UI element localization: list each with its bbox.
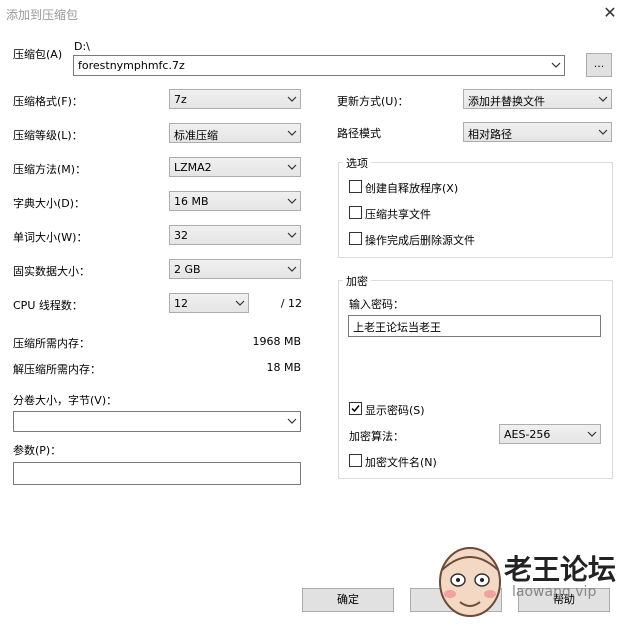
mem-compress-value: 1968 MB — [252, 335, 301, 348]
encryption-method-value: AES-256 — [504, 428, 551, 441]
chevron-down-icon — [287, 418, 297, 424]
browse-button[interactable]: ... — [586, 53, 612, 77]
chevron-down-icon — [287, 164, 297, 170]
word-label: 单词大小(W)： — [13, 231, 88, 244]
chevron-down-icon — [551, 62, 561, 68]
sfx-label: 创建自释放程序(X) — [365, 182, 459, 195]
shared-files-checkbox[interactable] — [349, 206, 362, 219]
password-value: 上老王论坛当老王 — [353, 321, 441, 334]
path-mode-value: 相对路径 — [468, 128, 512, 141]
window-title: 添加到压缩包 — [6, 8, 79, 22]
mem-decompress-label: 解压缩所需内存： — [13, 363, 101, 376]
encrypt-names-checkbox[interactable] — [349, 454, 362, 467]
encryption-method-select[interactable]: AES-256 — [499, 424, 601, 444]
dict-label: 字典大小(D)： — [13, 197, 86, 210]
close-icon[interactable]: ✕ — [600, 3, 620, 23]
chevron-down-icon — [287, 130, 297, 136]
archive-name-value: forestnymphmfc.7z — [78, 59, 185, 72]
chevron-down-icon — [598, 129, 608, 135]
chevron-down-icon — [235, 300, 245, 306]
solid-label: 固实数据大小： — [13, 265, 90, 278]
update-select[interactable]: 添加并替换文件 — [463, 89, 612, 109]
split-size-combo[interactable] — [13, 411, 301, 432]
method-value: LZMA2 — [174, 161, 212, 174]
delete-source-checkbox[interactable] — [349, 232, 362, 245]
format-label: 压缩格式(F)： — [13, 95, 83, 108]
threads-select[interactable]: 12 — [169, 293, 249, 313]
path-mode-select[interactable]: 相对路径 — [463, 122, 612, 142]
format-select[interactable]: 7z — [169, 89, 301, 109]
solid-select[interactable]: 2 GB — [169, 259, 301, 279]
mem-compress-label: 压缩所需内存： — [13, 337, 90, 350]
params-input[interactable] — [13, 462, 301, 485]
method-label: 压缩方法(M)： — [13, 163, 87, 176]
level-select[interactable]: 标准压缩 — [169, 123, 301, 143]
watermark-name: 老王论坛 — [504, 553, 617, 586]
solid-value: 2 GB — [174, 263, 201, 276]
sfx-checkbox[interactable] — [349, 180, 362, 193]
show-password-label: 显示密码(S) — [365, 404, 425, 417]
mascot-face-icon — [439, 547, 501, 617]
watermark-domain: laowang.vip — [512, 584, 597, 600]
chevron-down-icon — [587, 431, 597, 437]
show-password-checkbox[interactable] — [349, 402, 362, 415]
chevron-down-icon — [287, 96, 297, 102]
checkmark-icon — [351, 405, 360, 413]
delete-source-label: 操作完成后删除源文件 — [365, 234, 475, 247]
chevron-down-icon — [287, 198, 297, 204]
level-value: 标准压缩 — [174, 129, 218, 142]
dict-select[interactable]: 16 MB — [169, 191, 301, 211]
threads-total: / 12 — [280, 297, 302, 310]
ok-button[interactable]: 确定 — [302, 588, 394, 612]
update-label: 更新方式(U)： — [337, 95, 409, 108]
archive-path: D:\ — [74, 40, 90, 53]
watermark-logo: 老王论坛 laowang.vip — [432, 540, 622, 620]
word-value: 32 — [174, 229, 188, 242]
threads-label: CPU 线程数： — [13, 299, 83, 312]
encryption-method-label: 加密算法： — [349, 430, 404, 443]
format-value: 7z — [174, 93, 187, 106]
shared-files-label: 压缩共享文件 — [365, 208, 431, 221]
password-label: 输入密码： — [349, 298, 404, 311]
split-label: 分卷大小，字节(V)： — [13, 394, 118, 407]
chevron-down-icon — [287, 266, 297, 272]
mem-decompress-value: 18 MB — [266, 361, 301, 374]
archive-label: 压缩包(A) — [13, 48, 63, 61]
params-label: 参数(P)： — [13, 444, 62, 457]
password-input[interactable]: 上老王论坛当老王 — [348, 315, 601, 337]
path-mode-label: 路径模式 — [337, 127, 381, 140]
encrypt-names-label: 加密文件名(N) — [365, 456, 437, 469]
word-select[interactable]: 32 — [169, 225, 301, 245]
threads-value: 12 — [174, 297, 188, 310]
chevron-down-icon — [598, 96, 608, 102]
options-title: 选项 — [343, 155, 371, 171]
archive-name-combo[interactable]: forestnymphmfc.7z — [73, 55, 565, 76]
level-label: 压缩等级(L)： — [13, 129, 83, 142]
dict-value: 16 MB — [174, 195, 209, 208]
encryption-title: 加密 — [343, 273, 371, 289]
title-bar: 添加到压缩包 ✕ — [0, 0, 626, 28]
method-select[interactable]: LZMA2 — [169, 157, 301, 177]
chevron-down-icon — [287, 232, 297, 238]
update-value: 添加并替换文件 — [468, 95, 545, 108]
